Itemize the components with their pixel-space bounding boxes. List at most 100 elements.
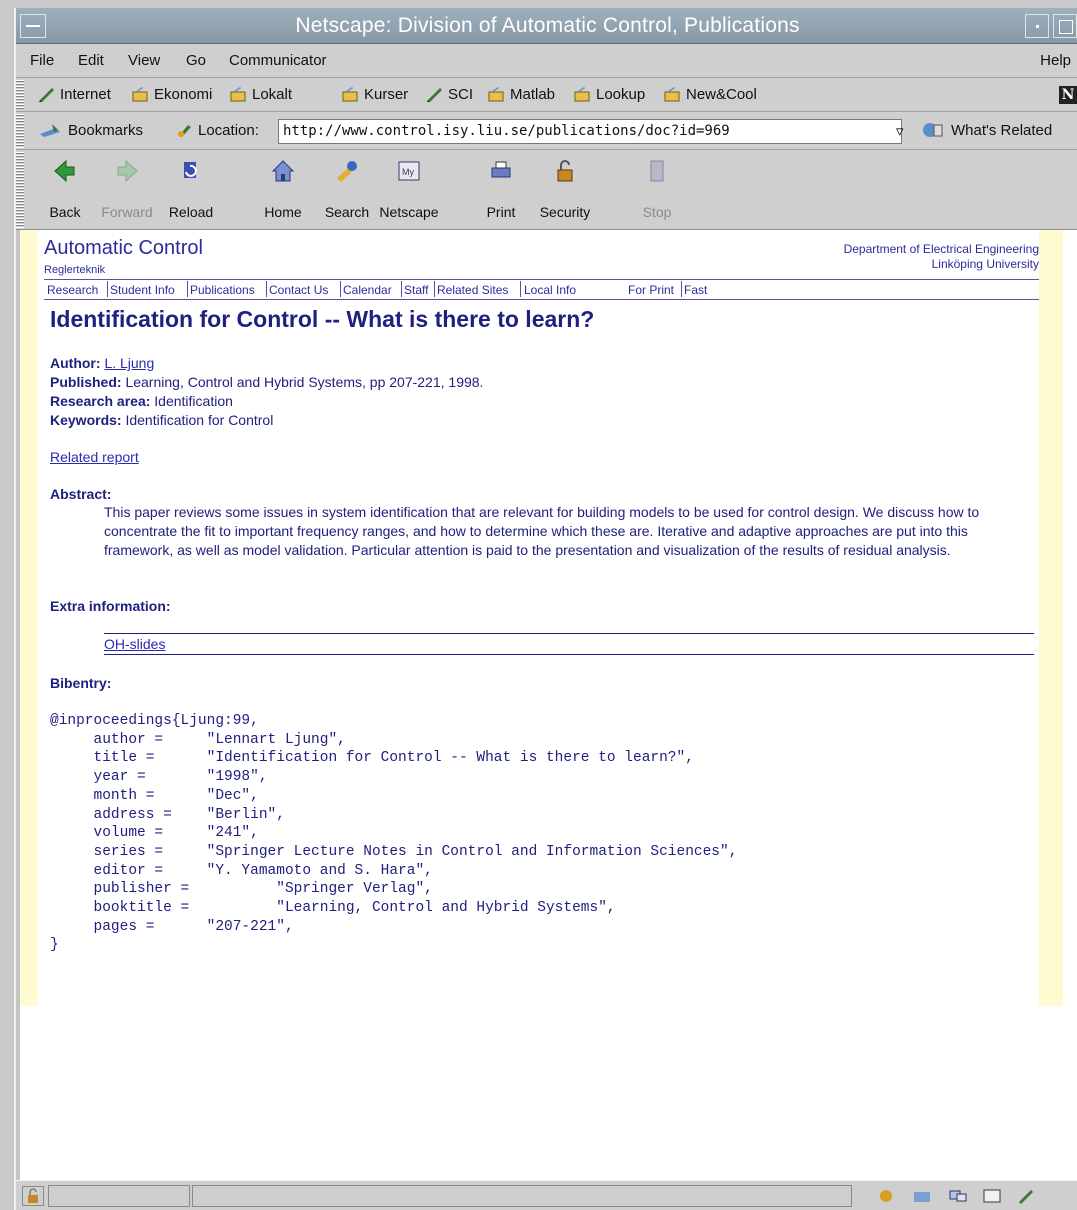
folder-ekonomi[interactable]: Ekonomi [132, 86, 212, 103]
related-report-link[interactable]: Related report [50, 449, 139, 465]
menu-communicator[interactable]: Communicator [229, 52, 327, 69]
folder-matlab[interactable]: Matlab [488, 86, 555, 103]
reload-button[interactable]: Reload [160, 158, 222, 220]
folder-lokalt[interactable]: Lokalt [230, 86, 292, 103]
navigator-icon[interactable] [876, 1188, 896, 1204]
nav-staff[interactable]: Staff [404, 283, 428, 297]
abstract-text: This paper reviews some issues in system… [104, 504, 980, 558]
research-area-label: Research area: [50, 393, 151, 409]
published-row: Published: Learning, Control and Hybrid … [50, 374, 483, 390]
discussions-icon[interactable] [948, 1188, 968, 1204]
bookmarks-icon [40, 124, 60, 137]
stop-label: Stop [642, 204, 672, 220]
nav-divider [520, 281, 521, 297]
menu-bar: File Edit View Go Communicator Help [16, 44, 1077, 78]
print-button[interactable]: Print [470, 158, 532, 220]
nav-divider [401, 281, 402, 297]
home-button[interactable]: Home [252, 158, 314, 220]
menu-go[interactable]: Go [186, 52, 206, 69]
nav-publications[interactable]: Publications [190, 283, 255, 297]
menu-file[interactable]: File [30, 52, 54, 69]
folder-kurser[interactable]: Kurser [342, 86, 408, 103]
forward-button[interactable]: Forward [96, 158, 158, 220]
composer-icon[interactable] [982, 1188, 1002, 1204]
menu-edit[interactable]: Edit [78, 52, 104, 69]
stop-button[interactable]: Stop [626, 158, 688, 220]
menu-help[interactable]: Help [1040, 52, 1071, 69]
location-toolbar: Bookmarks Location: http://www.control.i… [16, 112, 1077, 150]
folder-lookup[interactable]: Lookup [574, 86, 645, 103]
bookmarks-label: Bookmarks [68, 122, 144, 139]
author-link[interactable]: L. Ljung [104, 355, 154, 371]
reload-icon [184, 162, 197, 178]
toolbar-grip[interactable] [16, 114, 24, 148]
bookmarks-button[interactable]: Bookmarks [38, 122, 143, 139]
author-label: Author: [50, 355, 101, 371]
site-title[interactable]: Automatic Control [44, 237, 203, 260]
bookmark-sci[interactable]: SCI [426, 86, 473, 103]
keywords-value: Identification for Control [125, 412, 274, 428]
netscape-logo-icon[interactable]: N [1059, 86, 1077, 104]
folder-icon [132, 87, 148, 102]
nav-calendar[interactable]: Calendar [343, 283, 392, 297]
folder-newcool[interactable]: New&Cool [664, 86, 757, 103]
keywords-row: Keywords: Identification for Control [50, 412, 273, 428]
folder-icon [574, 87, 590, 102]
nav-for-print[interactable]: For Print [628, 283, 674, 297]
reload-label: Reload [168, 204, 214, 220]
author-row: Author: L. Ljung [50, 355, 154, 371]
research-area-value: Identification [154, 393, 233, 409]
maximize-button[interactable] [1053, 14, 1077, 38]
bookmark-label: Internet [60, 86, 111, 103]
oh-slides-link[interactable]: OH-slides [104, 636, 165, 652]
edit-pen-icon[interactable] [1016, 1188, 1036, 1204]
folder-label: Ekonomi [154, 86, 213, 103]
nav-research[interactable]: Research [47, 283, 98, 297]
folder-icon [230, 87, 246, 102]
whats-related-button[interactable]: What's Related [921, 122, 1052, 139]
nav-student-info[interactable]: Student Info [110, 283, 175, 297]
nav-fast[interactable]: Fast [684, 283, 707, 297]
status-bar [16, 1180, 1077, 1210]
bookmark-pen-icon [427, 88, 442, 102]
nav-divider [266, 281, 267, 297]
folder-icon [342, 87, 358, 102]
security-label: Security [539, 204, 591, 220]
url-input[interactable]: http://www.control.isy.liu.se/publicatio… [278, 119, 902, 144]
abstract-label: Abstract: [50, 486, 112, 502]
page-margin-left [20, 230, 38, 1006]
security-button[interactable]: Security [534, 158, 596, 220]
page-margin-right [1039, 230, 1063, 1006]
print-label: Print [486, 204, 516, 220]
url-dropdown-icon[interactable]: ▿ [896, 122, 904, 140]
toolbar-grip[interactable] [16, 152, 24, 228]
my-netscape-icon: My [398, 161, 420, 181]
print-icon [491, 161, 511, 178]
page-proxy-icon[interactable] [176, 122, 194, 138]
nav-contact-us[interactable]: Contact Us [269, 283, 328, 297]
toolbar-grip[interactable] [16, 80, 24, 110]
back-arrow-icon [54, 159, 75, 183]
abstract-heading: Abstract: [50, 486, 111, 502]
folder-label: Lokalt [252, 86, 293, 103]
nav-related-sites[interactable]: Related Sites [437, 283, 508, 297]
menu-view[interactable]: View [128, 52, 160, 69]
back-label: Back [49, 204, 81, 220]
search-label: Search [324, 204, 370, 220]
bookmark-label: SCI [448, 86, 474, 103]
bookmark-internet[interactable]: Internet [38, 86, 111, 103]
back-button[interactable]: Back [34, 158, 96, 220]
search-button[interactable]: Search [316, 158, 378, 220]
navigation-toolbar: Back Forward Reload Home Search My Netsca… [16, 150, 1077, 230]
mail-icon[interactable] [912, 1188, 932, 1204]
folder-label: Lookup [596, 86, 646, 103]
published-label: Published: [50, 374, 122, 390]
lock-icon [557, 160, 573, 182]
extra-info-heading: Extra information: [50, 598, 171, 614]
security-status-icon[interactable] [22, 1186, 44, 1206]
minimize-button[interactable] [1025, 14, 1049, 38]
netscape-button[interactable]: My Netscape [378, 158, 440, 220]
nav-local-info[interactable]: Local Info [524, 283, 576, 297]
padlock-icon [28, 1188, 38, 1203]
browser-window: Netscape: Division of Automatic Control,… [14, 8, 1077, 1210]
